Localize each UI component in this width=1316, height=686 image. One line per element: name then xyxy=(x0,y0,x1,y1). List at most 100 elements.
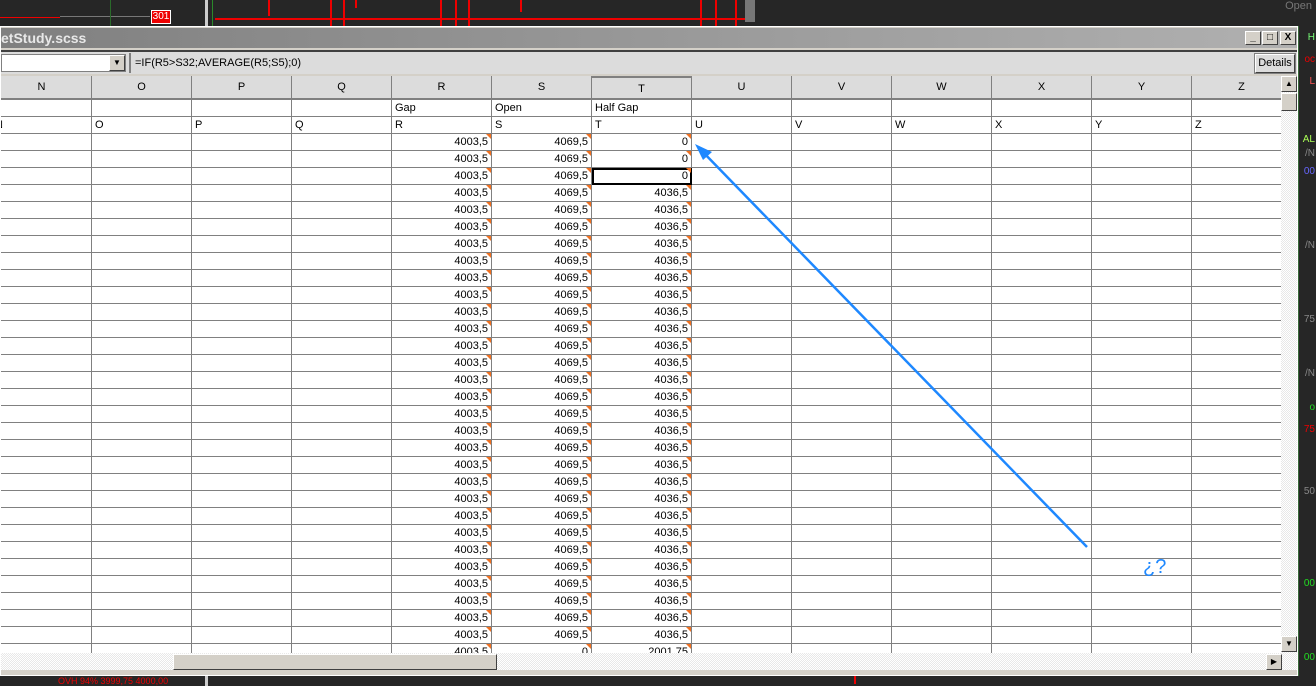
data-cell[interactable]: 4003,5 xyxy=(392,219,492,236)
empty-cell[interactable] xyxy=(992,525,1092,542)
label-cell[interactable]: Q xyxy=(292,117,392,134)
empty-cell[interactable] xyxy=(992,372,1092,389)
empty-cell[interactable] xyxy=(292,236,392,253)
empty-cell[interactable] xyxy=(292,338,392,355)
empty-cell[interactable] xyxy=(192,321,292,338)
empty-cell[interactable] xyxy=(1,474,92,491)
empty-cell[interactable] xyxy=(692,576,792,593)
data-cell[interactable]: 4003,5 xyxy=(392,134,492,151)
empty-cell[interactable] xyxy=(292,202,392,219)
empty-cell[interactable] xyxy=(692,457,792,474)
empty-cell[interactable] xyxy=(192,304,292,321)
empty-cell[interactable] xyxy=(692,372,792,389)
empty-cell[interactable] xyxy=(992,202,1092,219)
empty-cell[interactable] xyxy=(892,287,992,304)
data-cell[interactable]: 4069,5 xyxy=(492,525,592,542)
empty-cell[interactable] xyxy=(792,219,892,236)
empty-cell[interactable] xyxy=(692,355,792,372)
empty-cell[interactable] xyxy=(1,338,92,355)
empty-cell[interactable] xyxy=(92,559,192,576)
label-cell[interactable]: V xyxy=(792,117,892,134)
empty-cell[interactable] xyxy=(792,559,892,576)
data-cell[interactable]: 4069,5 xyxy=(492,542,592,559)
empty-cell[interactable] xyxy=(1192,355,1281,372)
empty-cell[interactable] xyxy=(92,610,192,627)
empty-cell[interactable] xyxy=(92,236,192,253)
empty-cell[interactable] xyxy=(892,219,992,236)
empty-cell[interactable] xyxy=(192,270,292,287)
data-cell[interactable]: 4003,5 xyxy=(392,355,492,372)
empty-cell[interactable] xyxy=(1192,610,1281,627)
empty-cell[interactable] xyxy=(1,491,92,508)
empty-cell[interactable] xyxy=(992,491,1092,508)
data-cell[interactable]: 4069,5 xyxy=(492,474,592,491)
empty-cell[interactable] xyxy=(1,270,92,287)
empty-cell[interactable] xyxy=(1092,644,1192,653)
data-cell[interactable]: 4003,5 xyxy=(392,576,492,593)
data-cell[interactable]: 4036,5 xyxy=(592,287,692,304)
empty-cell[interactable] xyxy=(292,134,392,151)
empty-cell[interactable] xyxy=(792,372,892,389)
empty-cell[interactable] xyxy=(992,457,1092,474)
empty-cell[interactable] xyxy=(792,474,892,491)
column-header-x[interactable]: X xyxy=(992,76,1092,100)
empty-cell[interactable] xyxy=(892,355,992,372)
empty-cell[interactable] xyxy=(792,253,892,270)
empty-cell[interactable] xyxy=(292,508,392,525)
data-cell[interactable]: 4036,5 xyxy=(592,253,692,270)
data-cell[interactable]: 4036,5 xyxy=(592,508,692,525)
data-cell[interactable]: 4069,5 xyxy=(492,287,592,304)
empty-cell[interactable] xyxy=(892,644,992,653)
data-cell[interactable]: 4003,5 xyxy=(392,406,492,423)
empty-cell[interactable] xyxy=(792,525,892,542)
empty-cell[interactable] xyxy=(1092,168,1192,185)
empty-cell[interactable] xyxy=(292,559,392,576)
empty-cell[interactable] xyxy=(292,593,392,610)
header-cell[interactable] xyxy=(1092,100,1192,117)
empty-cell[interactable] xyxy=(92,423,192,440)
data-cell[interactable]: 4069,5 xyxy=(492,372,592,389)
data-cell[interactable]: 4069,5 xyxy=(492,168,592,185)
data-cell[interactable]: 4069,5 xyxy=(492,389,592,406)
empty-cell[interactable] xyxy=(92,202,192,219)
empty-cell[interactable] xyxy=(292,287,392,304)
name-box[interactable]: ▼ xyxy=(1,54,126,72)
empty-cell[interactable] xyxy=(892,338,992,355)
empty-cell[interactable] xyxy=(192,134,292,151)
data-cell[interactable]: 4036,5 xyxy=(592,525,692,542)
data-cell[interactable]: 4003,5 xyxy=(392,593,492,610)
empty-cell[interactable] xyxy=(692,236,792,253)
empty-cell[interactable] xyxy=(992,474,1092,491)
empty-cell[interactable] xyxy=(1092,321,1192,338)
data-cell[interactable]: 4069,5 xyxy=(492,593,592,610)
empty-cell[interactable] xyxy=(892,508,992,525)
empty-cell[interactable] xyxy=(292,321,392,338)
empty-cell[interactable] xyxy=(692,389,792,406)
empty-cell[interactable] xyxy=(792,168,892,185)
window-titlebar[interactable]: etStudy.scss _ □ X xyxy=(1,28,1297,48)
empty-cell[interactable] xyxy=(92,338,192,355)
empty-cell[interactable] xyxy=(992,168,1092,185)
empty-cell[interactable] xyxy=(1192,151,1281,168)
empty-cell[interactable] xyxy=(192,287,292,304)
empty-cell[interactable] xyxy=(292,304,392,321)
empty-cell[interactable] xyxy=(1,559,92,576)
empty-cell[interactable] xyxy=(692,134,792,151)
empty-cell[interactable] xyxy=(1192,321,1281,338)
empty-cell[interactable] xyxy=(1092,253,1192,270)
empty-cell[interactable] xyxy=(192,151,292,168)
empty-cell[interactable] xyxy=(1192,168,1281,185)
data-cell[interactable]: 4036,5 xyxy=(592,627,692,644)
data-cell[interactable]: 4036,5 xyxy=(592,440,692,457)
empty-cell[interactable] xyxy=(1,151,92,168)
empty-cell[interactable] xyxy=(792,423,892,440)
empty-cell[interactable] xyxy=(1,406,92,423)
empty-cell[interactable] xyxy=(992,270,1092,287)
empty-cell[interactable] xyxy=(292,372,392,389)
empty-cell[interactable] xyxy=(692,491,792,508)
empty-cell[interactable] xyxy=(892,610,992,627)
data-cell[interactable]: 4069,5 xyxy=(492,457,592,474)
empty-cell[interactable] xyxy=(292,542,392,559)
label-cell[interactable]: P xyxy=(192,117,292,134)
empty-cell[interactable] xyxy=(1192,423,1281,440)
